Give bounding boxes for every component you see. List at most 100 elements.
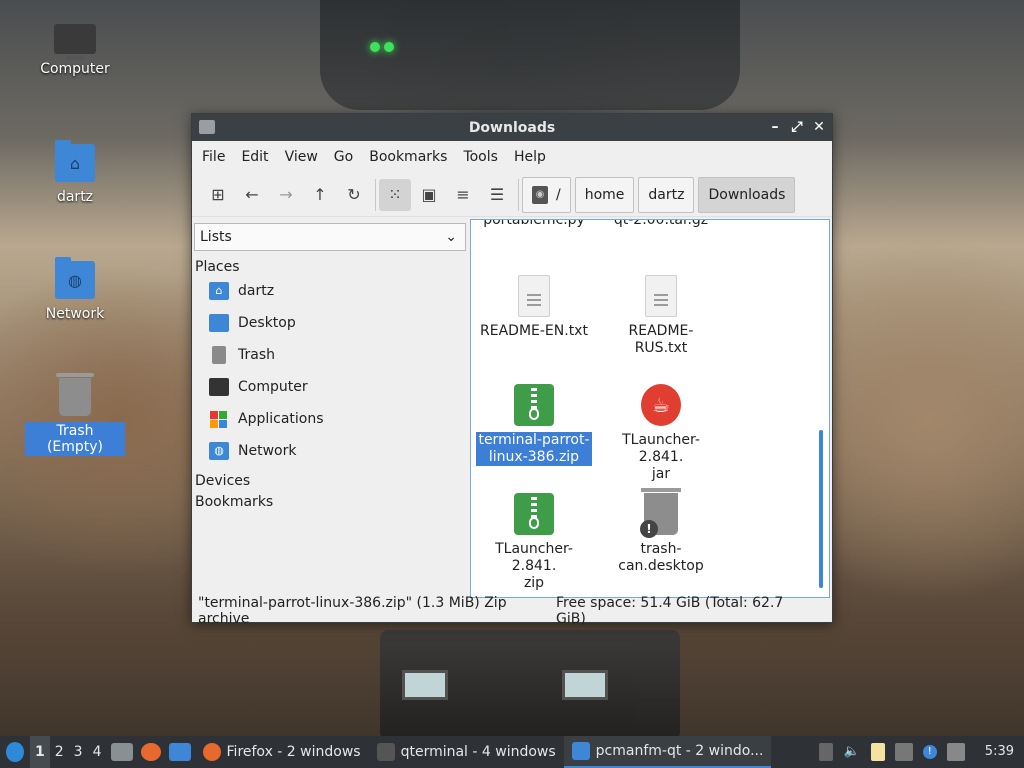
clock[interactable]: 5:39 xyxy=(975,743,1020,761)
folder-icon xyxy=(199,120,215,134)
toolbar: ⊞ ← → ↑ ↻ ⁙ ▣ ≡ ☰ ◉ / home dartz Download… xyxy=(192,173,832,217)
path-home-button[interactable]: home xyxy=(574,176,635,213)
display-icon[interactable] xyxy=(946,743,965,761)
path-root-button[interactable]: ◉ / xyxy=(522,176,571,213)
wallpaper-console xyxy=(380,630,680,740)
task-pcmanfm[interactable]: pcmanfm-qt - 2 windo... xyxy=(563,736,772,768)
file-name: README-RUS.txt xyxy=(628,323,694,356)
file-manager-launcher-icon[interactable] xyxy=(110,743,133,761)
notification-icon[interactable]: ! xyxy=(922,745,937,759)
menu-view[interactable]: View xyxy=(277,149,326,165)
chevron-down-icon: ⌄ xyxy=(445,229,457,245)
terminal-icon xyxy=(376,743,395,761)
window-title: Downloads xyxy=(468,119,556,136)
thumbnail-view-icon[interactable]: ▣ xyxy=(413,179,445,211)
minimize-button[interactable]: – xyxy=(768,118,782,136)
desktop-icon-trash[interactable]: Trash (Empty) xyxy=(25,373,125,456)
start-menu-button[interactable] xyxy=(0,736,30,768)
menu-bookmarks[interactable]: Bookmarks xyxy=(361,149,455,165)
file-name: portablemc.py xyxy=(483,219,585,228)
network-folder-icon: ◍ xyxy=(209,442,229,460)
network-status-icon[interactable] xyxy=(894,743,913,761)
drive-icon: ◉ xyxy=(532,185,548,204)
workspace-3[interactable]: 3 xyxy=(69,736,88,768)
lxqt-logo-icon xyxy=(6,742,24,762)
vertical-scrollbar[interactable] xyxy=(819,430,823,588)
applications-icon xyxy=(209,410,229,428)
system-tray: 🔈 ! 5:39 xyxy=(818,743,1024,761)
place-desktop[interactable]: Desktop xyxy=(192,307,468,339)
forward-arrow-icon[interactable]: → xyxy=(270,179,302,211)
desktop-icon-dartz[interactable]: ⌂ dartz xyxy=(25,140,125,206)
path-downloads-button[interactable]: Downloads xyxy=(698,176,796,213)
home-folder-icon: ⌂ xyxy=(55,140,95,182)
bookmarks-header: Bookmarks xyxy=(195,494,274,510)
maximize-button[interactable]: ⤢ xyxy=(790,118,804,136)
text-file-icon xyxy=(518,275,550,317)
menu-tools[interactable]: Tools xyxy=(455,149,506,165)
place-label: Desktop xyxy=(238,315,296,331)
place-network[interactable]: ◍ Network xyxy=(192,435,468,467)
desktop-icon-label: Trash (Empty) xyxy=(25,422,125,456)
up-arrow-icon[interactable]: ↑ xyxy=(304,179,336,211)
wallpaper-screen xyxy=(562,670,608,700)
volume-icon[interactable]: 🔈 xyxy=(843,743,861,761)
close-button[interactable]: ✕ xyxy=(812,118,826,136)
menu-go[interactable]: Go xyxy=(326,149,361,165)
task-firefox[interactable]: Firefox - 2 windows xyxy=(195,736,369,768)
place-trash[interactable]: Trash xyxy=(192,339,468,371)
file-item[interactable]: TLauncher-2.841. zip xyxy=(475,493,593,592)
file-item[interactable]: portablemc.py xyxy=(475,219,593,229)
menu-edit[interactable]: Edit xyxy=(233,149,276,165)
detailed-list-view-icon[interactable]: ☰ xyxy=(481,179,513,211)
text-file-icon xyxy=(645,275,677,317)
task-label: Firefox - 2 windows xyxy=(226,744,361,760)
place-computer[interactable]: Computer xyxy=(192,371,468,403)
task-qterminal[interactable]: qterminal - 4 windows xyxy=(369,736,564,768)
desktop-icon-label: Network xyxy=(45,306,105,322)
file-name: TLauncher-2.841. zip xyxy=(495,541,573,591)
desktop-icon-network[interactable]: ◍ Network xyxy=(25,257,125,323)
file-item[interactable]: ! trash-can.desktop xyxy=(602,488,720,575)
path-dartz-button[interactable]: dartz xyxy=(638,176,695,213)
menu-help[interactable]: Help xyxy=(506,149,554,165)
folder-icon xyxy=(571,742,590,760)
toolbar-separator xyxy=(518,178,519,211)
back-arrow-icon[interactable]: ← xyxy=(236,179,268,211)
computer-icon xyxy=(209,378,229,396)
compact-view-icon[interactable]: ≡ xyxy=(447,179,479,211)
window-titlebar[interactable]: Downloads – ⤢ ✕ xyxy=(192,114,832,141)
eject-icon[interactable] xyxy=(818,743,833,761)
path-root-label: / xyxy=(556,186,561,203)
show-desktop-icon[interactable] xyxy=(168,743,191,761)
side-pane-mode-value: Lists xyxy=(200,229,232,245)
workspace-4[interactable]: 4 xyxy=(88,736,107,768)
icon-view-icon[interactable]: ⁙ xyxy=(379,178,411,211)
menu-file[interactable]: File xyxy=(194,149,233,165)
devices-header: Devices xyxy=(195,473,251,489)
wallpaper-led xyxy=(384,42,394,52)
statusbar: "terminal-parrot-linux-386.zip" (1.3 MiB… xyxy=(192,595,832,627)
workspace-1[interactable]: 1 xyxy=(30,736,50,768)
firefox-launcher-icon[interactable] xyxy=(140,743,161,761)
file-item[interactable]: ☕ TLauncher-2.841. jar xyxy=(602,384,720,483)
new-tab-icon[interactable]: ⊞ xyxy=(202,179,234,211)
workspace-2[interactable]: 2 xyxy=(50,736,69,768)
place-applications[interactable]: Applications xyxy=(192,403,468,435)
place-label: Applications xyxy=(238,411,324,427)
file-item-selected[interactable]: terminal-parrot-linux-386.zip xyxy=(475,384,593,466)
places-header: Places xyxy=(195,259,240,275)
place-dartz[interactable]: ⌂ dartz xyxy=(192,275,468,307)
file-view[interactable]: portablemc.py qt-2.00.tar.gz README-EN.t… xyxy=(470,219,830,598)
side-pane-mode-select[interactable]: Lists ⌄ xyxy=(194,223,466,251)
zip-archive-icon xyxy=(514,493,554,535)
file-item[interactable]: README-EN.txt xyxy=(475,275,593,340)
file-item[interactable]: README-RUS.txt xyxy=(602,275,720,357)
desktop-icon-label: Computer xyxy=(40,61,110,77)
reload-icon[interactable]: ↻ xyxy=(338,179,370,211)
desktop-icon-computer[interactable]: Computer xyxy=(25,24,125,78)
file-item[interactable]: qt-2.00.tar.gz xyxy=(602,220,720,229)
network-folder-icon: ◍ xyxy=(55,257,95,299)
clipboard-icon[interactable] xyxy=(870,743,885,761)
desktop-icon xyxy=(209,314,229,332)
